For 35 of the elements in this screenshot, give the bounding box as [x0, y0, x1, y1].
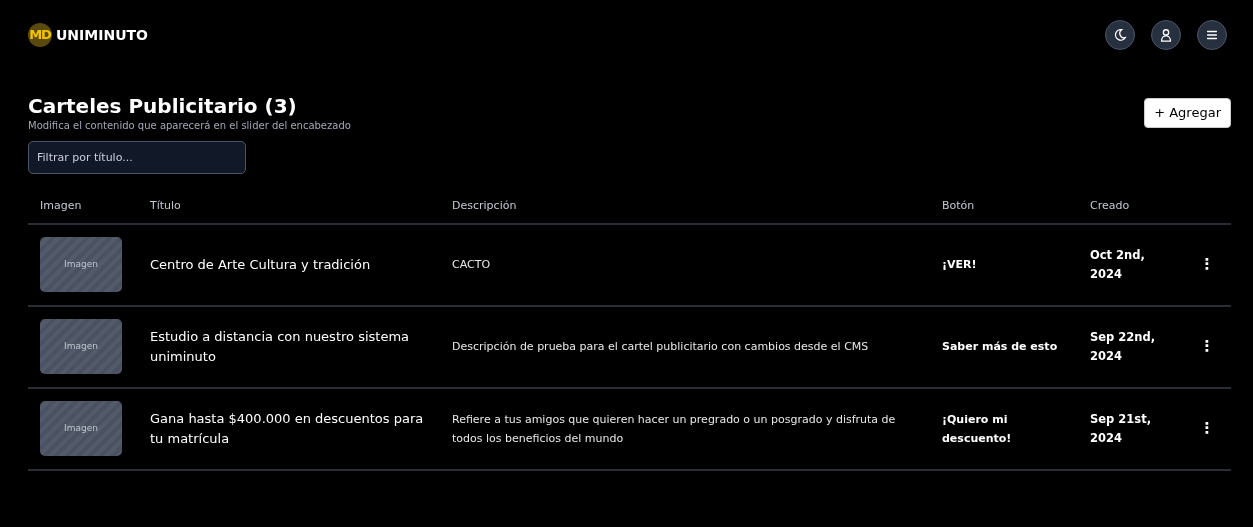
column-header: Título [150, 199, 181, 212]
moon-icon [1113, 28, 1127, 42]
column-header: Descripción [452, 199, 517, 212]
row-title: Estudio a distancia con nuestro sistema uniminuto [150, 329, 410, 364]
column-header: Botón [942, 199, 975, 212]
user-icon [1159, 28, 1173, 42]
menu-button[interactable] [1197, 20, 1227, 50]
user-button[interactable] [1151, 20, 1181, 50]
menu-icon [1205, 28, 1219, 42]
row-menu-button[interactable]: ⋮ [1195, 417, 1219, 440]
placeholder-label: Imagen [64, 257, 98, 271]
page-title: Carteles Publicitario (3) [28, 94, 298, 118]
row-title: Centro de Arte Cultura y tradición [150, 256, 371, 272]
row-title: Gana hasta $400.000 en descuentos para tu matrícula [150, 411, 424, 446]
row-description: Refiere a tus amigos que quieren hacer un pregrado o un posgrado y disfruta de todos los beneficios del mundo [452, 413, 896, 445]
add-button[interactable]: + Agregar [1144, 98, 1231, 128]
row-menu-button[interactable]: ⋮ [1195, 335, 1219, 358]
created-date: Sep 21st, 2024 [1090, 412, 1152, 445]
row-description: CACTO [452, 258, 491, 272]
brand-name: UNIMINUTO [56, 25, 148, 45]
button-label: Saber más de esto [942, 340, 1058, 354]
page-subtitle: Modifica el contenido que aparecerá en el slider del encabezado [28, 119, 351, 133]
column-header: Creado [1090, 199, 1130, 212]
logo: MD [28, 23, 52, 47]
row-menu-button[interactable]: ⋮ [1195, 253, 1219, 276]
column-header: Imagen [40, 199, 82, 212]
button-label: ¡VER! [942, 258, 977, 272]
button-label: ¡Quiero mi descuento! [942, 413, 1012, 445]
created-date: Oct 2nd, 2024 [1090, 248, 1145, 281]
row-description: Descripción de prueba para el cartel publicitario con cambios desde el CMS [452, 340, 869, 354]
filter-field[interactable]: Filtrar por título... [28, 141, 246, 174]
placeholder-label: Imagen [64, 339, 98, 353]
created-date: Sep 22nd, 2024 [1090, 330, 1156, 363]
placeholder-label: Imagen [64, 421, 98, 435]
theme-toggle-button[interactable] [1105, 20, 1135, 50]
